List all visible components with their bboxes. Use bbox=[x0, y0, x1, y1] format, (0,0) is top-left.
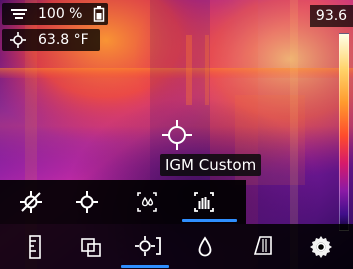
emissivity-icon bbox=[253, 236, 272, 255]
crosshair-icon bbox=[10, 32, 26, 48]
measurement-mode-tooltip: IGM Custom bbox=[160, 154, 262, 176]
igm-custom-selected-underline bbox=[182, 219, 237, 222]
temperature-palette-scale bbox=[339, 33, 349, 231]
measurement-crosshair bbox=[162, 120, 192, 150]
crosshair-icon bbox=[162, 120, 192, 150]
image-blend-button[interactable] bbox=[76, 232, 106, 262]
igm-custom-button[interactable] bbox=[189, 187, 219, 217]
measurement-mode-button[interactable] bbox=[133, 231, 163, 261]
dew-point-button[interactable] bbox=[132, 187, 162, 217]
spot-off-button[interactable] bbox=[16, 187, 46, 217]
image-blend-icon bbox=[81, 238, 101, 257]
battery-icon bbox=[93, 6, 105, 22]
humidity-icon bbox=[198, 236, 212, 257]
igm-custom-icon bbox=[194, 192, 214, 212]
humidity-button[interactable] bbox=[190, 232, 220, 262]
spot-temperature-panel: 63.8 °F bbox=[2, 29, 100, 51]
thermal-camera-screen: 100 % 63.8 °F 93.6 IGM Custom bbox=[0, 0, 353, 269]
spot-off-icon bbox=[20, 191, 42, 213]
zoom-level-text: 100 % bbox=[38, 6, 83, 22]
center-spot-button[interactable] bbox=[72, 187, 102, 217]
status-panel: 100 % bbox=[2, 3, 108, 25]
scale-icon bbox=[29, 235, 41, 259]
laser-icon bbox=[10, 7, 28, 21]
spot-temperature-text: 63.8 °F bbox=[38, 32, 89, 48]
center-spot-icon bbox=[76, 191, 98, 213]
settings-gear-icon bbox=[310, 236, 332, 258]
settings-button[interactable] bbox=[306, 232, 336, 262]
emissivity-button[interactable] bbox=[247, 232, 277, 262]
measurement-submenu bbox=[0, 180, 246, 224]
main-toolbar bbox=[0, 224, 353, 269]
scale-button[interactable] bbox=[20, 232, 50, 262]
measurement-mode-selected-underline bbox=[121, 265, 169, 268]
measurement-mode-icon bbox=[135, 236, 161, 256]
right-temperature-readout: 93.6 bbox=[310, 5, 353, 27]
dew-point-icon bbox=[137, 192, 157, 212]
